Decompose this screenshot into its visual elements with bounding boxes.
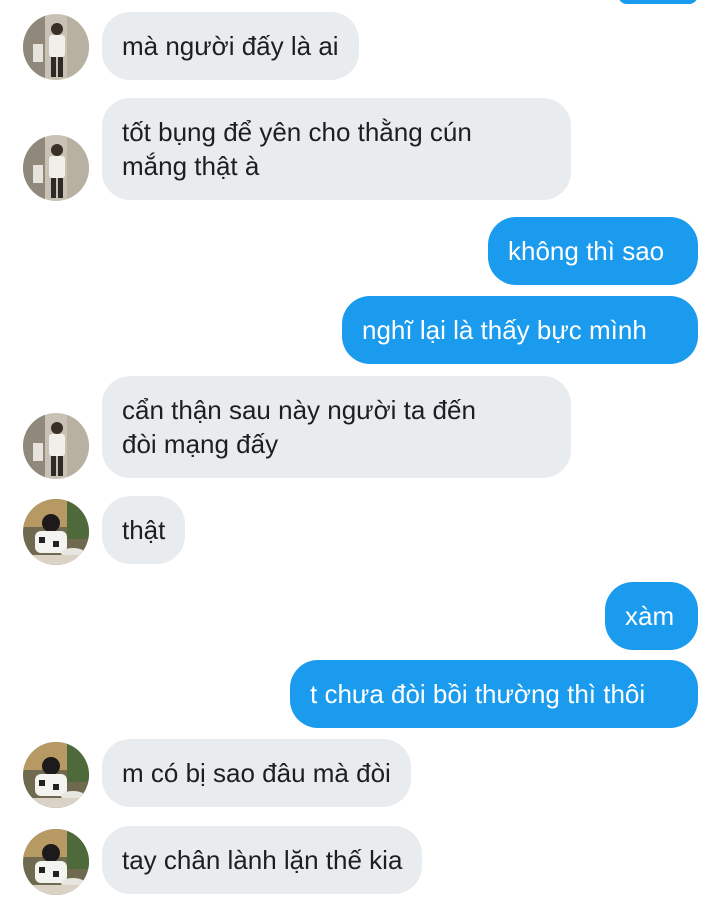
message-bubble-outgoing[interactable]: không thì sao (488, 217, 698, 285)
previous-message-bubble-edge[interactable] (618, 0, 698, 4)
message-bubble-incoming[interactable]: tốt bụng để yên cho thằng cún mắng thật … (102, 98, 571, 200)
contact-avatar-standing[interactable] (23, 135, 89, 201)
contact-avatar-seated[interactable] (23, 499, 89, 565)
message-bubble-incoming[interactable]: mà người đấy là ai (102, 12, 359, 80)
contact-avatar-standing[interactable] (23, 14, 89, 80)
contact-avatar-seated[interactable] (23, 742, 89, 808)
message-bubble-incoming[interactable]: thật (102, 496, 186, 564)
message-bubble-outgoing[interactable]: xàm (605, 582, 698, 650)
contact-avatar-seated[interactable] (23, 829, 89, 895)
message-bubble-incoming[interactable]: m có bị sao đâu mà đòi (102, 739, 411, 807)
message-bubble-outgoing[interactable]: t chưa đòi bồi thường thì thôi (290, 660, 698, 728)
contact-avatar-standing[interactable] (23, 413, 89, 479)
message-bubble-outgoing[interactable]: nghĩ lại là thấy bực mình (342, 296, 698, 364)
message-bubble-incoming[interactable]: cẩn thận sau này người ta đến đòi mạng đ… (102, 376, 571, 478)
message-bubble-incoming[interactable]: tay chân lành lặn thế kia (102, 826, 423, 894)
chat-thread: mà người đấy là ai tốt bụng để yên cho t… (0, 0, 719, 904)
